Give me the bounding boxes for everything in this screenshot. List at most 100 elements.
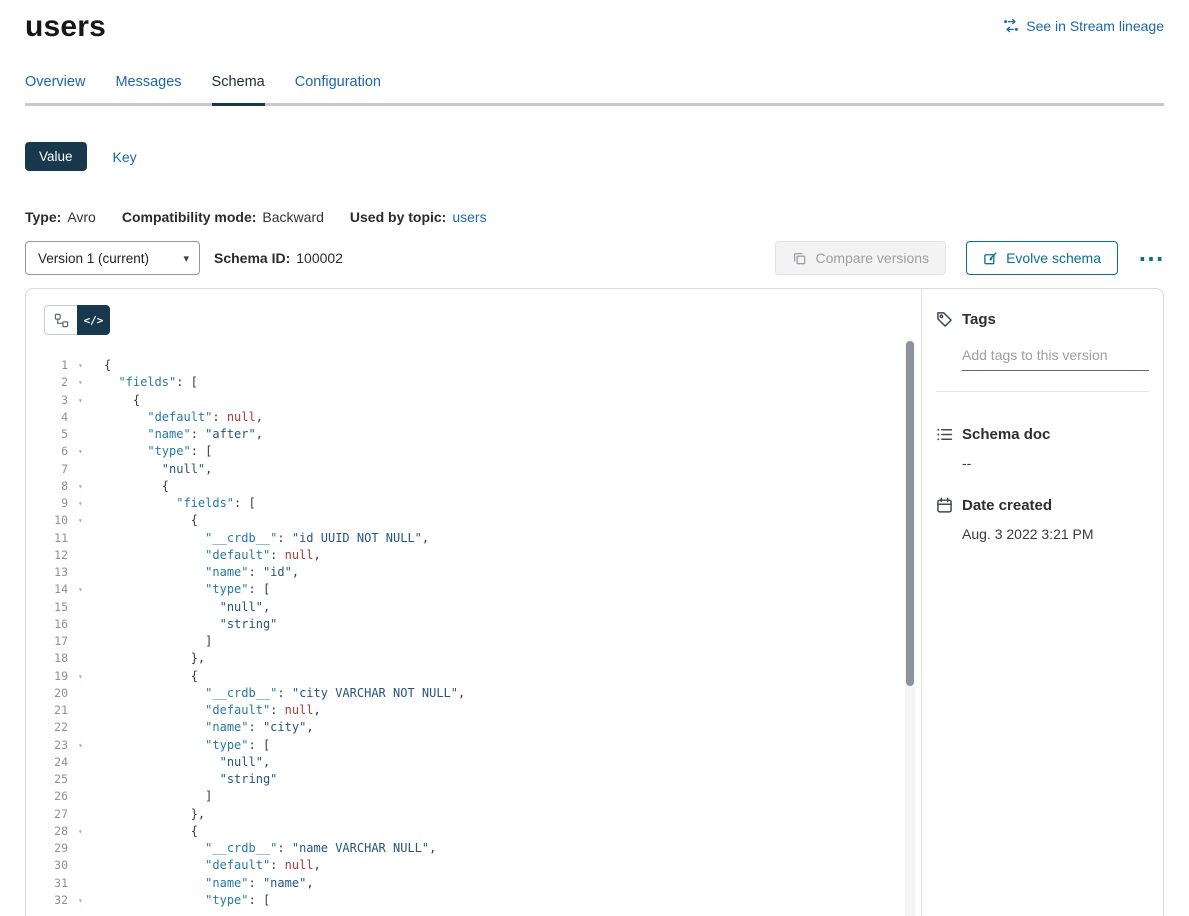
code-text: "__crdb__": "id UUID NOT NULL", xyxy=(104,530,429,547)
code-line: 32▾"type": [ xyxy=(36,892,921,909)
type-label: Type: xyxy=(25,209,61,225)
compatibility-label: Compatibility mode: xyxy=(122,209,257,225)
code-line: 31"name": "name", xyxy=(36,875,921,892)
code-line: 15"null", xyxy=(36,599,921,616)
fold-arrow-icon[interactable]: ▾ xyxy=(68,581,104,598)
line-number: 5 xyxy=(36,426,68,443)
fold-arrow-icon[interactable]: ▾ xyxy=(68,737,104,754)
key-tab-button[interactable]: Key xyxy=(113,149,137,165)
code-text: "fields": [ xyxy=(104,495,256,512)
fold-arrow-icon[interactable]: ▾ xyxy=(68,668,104,685)
value-tab-button[interactable]: Value xyxy=(25,142,87,171)
tree-view-icon xyxy=(54,313,69,328)
line-number: 26 xyxy=(36,788,68,805)
code-text: { xyxy=(104,512,198,529)
code-line: 7"null", xyxy=(36,461,921,478)
fold-arrow-icon[interactable]: ▾ xyxy=(68,357,104,374)
line-number: 19 xyxy=(36,668,68,685)
code-line: 14▾"type": [ xyxy=(36,581,921,598)
stream-lineage-link[interactable]: See in Stream lineage xyxy=(1003,18,1164,34)
version-select-value: Version 1 (current) xyxy=(38,251,149,266)
fold-arrow-icon[interactable]: ▾ xyxy=(68,512,104,529)
line-number: 17 xyxy=(36,633,68,650)
sidebar-divider xyxy=(936,391,1149,392)
evolve-schema-button[interactable]: Evolve schema xyxy=(966,241,1118,275)
schema-doc-header: Schema doc xyxy=(936,426,1149,443)
code-text: "string" xyxy=(104,616,277,633)
code-text: "type": [ xyxy=(104,443,212,460)
version-actions: Compare versions Evolve schema ⋯ xyxy=(775,241,1164,275)
compare-versions-button[interactable]: Compare versions xyxy=(775,241,946,275)
date-created-value: Aug. 3 2022 3:21 PM xyxy=(962,526,1149,542)
schema-id-value: 100002 xyxy=(296,250,343,266)
code-text: "null", xyxy=(104,599,270,616)
line-number: 32 xyxy=(36,892,68,909)
code-view-toggle[interactable]: </> xyxy=(77,305,110,335)
version-select[interactable]: Version 1 (current) ▾ xyxy=(25,241,200,275)
schema-sidebar: Tags Schema doc -- Date created xyxy=(921,289,1163,916)
tab-overview[interactable]: Overview xyxy=(25,74,85,106)
line-number: 12 xyxy=(36,547,68,564)
code-text: "name": "name", xyxy=(104,875,314,892)
line-number: 11 xyxy=(36,530,68,547)
code-text: }, xyxy=(104,806,205,823)
code-text: { xyxy=(104,357,111,374)
line-number: 25 xyxy=(36,771,68,788)
fold-arrow-icon[interactable]: ▾ xyxy=(68,478,104,495)
schema-doc-value: -- xyxy=(962,455,1149,471)
topic-link[interactable]: users xyxy=(452,209,486,225)
tab-messages[interactable]: Messages xyxy=(115,74,181,106)
fold-arrow-icon[interactable]: ▾ xyxy=(68,495,104,512)
code-line: 17] xyxy=(36,633,921,650)
code-text: "name": "id", xyxy=(104,564,299,581)
vertical-scrollbar[interactable] xyxy=(905,339,915,916)
tags-input[interactable] xyxy=(962,344,1149,371)
line-number: 24 xyxy=(36,754,68,771)
code-text: "__crdb__": "city VARCHAR NOT NULL", xyxy=(104,685,465,702)
line-number: 4 xyxy=(36,409,68,426)
line-number: 30 xyxy=(36,857,68,874)
code-text: { xyxy=(104,823,198,840)
line-number: 27 xyxy=(36,806,68,823)
tags-section-header: Tags xyxy=(936,311,1149,328)
fold-arrow-icon[interactable]: ▾ xyxy=(68,392,104,409)
schema-id: Schema ID: 100002 xyxy=(214,250,343,266)
tab-configuration[interactable]: Configuration xyxy=(295,74,381,106)
scrollbar-thumb[interactable] xyxy=(906,341,914,686)
fold-arrow-icon[interactable]: ▾ xyxy=(68,374,104,391)
more-options-button[interactable]: ⋯ xyxy=(1138,249,1164,267)
stream-lineage-label: See in Stream lineage xyxy=(1026,18,1164,34)
code-line: 26] xyxy=(36,788,921,805)
tab-bar: Overview Messages Schema Configuration xyxy=(25,74,1164,106)
fold-arrow-icon[interactable]: ▾ xyxy=(68,892,104,909)
code-text: ] xyxy=(104,788,212,805)
code-text: }, xyxy=(104,650,205,667)
code-line: 5"name": "after", xyxy=(36,426,921,443)
line-number: 3 xyxy=(36,392,68,409)
fold-arrow-icon[interactable]: ▾ xyxy=(68,443,104,460)
code-view-icon: </> xyxy=(84,314,104,327)
tree-view-toggle[interactable] xyxy=(44,305,77,335)
code-text: "type": [ xyxy=(104,581,270,598)
code-text: { xyxy=(104,478,169,495)
compatibility-value: Backward xyxy=(262,209,323,225)
code-text: { xyxy=(104,392,140,409)
code-text: "fields": [ xyxy=(104,374,198,391)
code-line: 2▾"fields": [ xyxy=(36,374,921,391)
code-text: { xyxy=(104,668,198,685)
page-title: users xyxy=(25,10,106,44)
schema-type-switch: Value Key xyxy=(25,142,1164,171)
line-number: 8 xyxy=(36,478,68,495)
fold-arrow-icon[interactable]: ▾ xyxy=(68,823,104,840)
code-line: 30"default": null, xyxy=(36,857,921,874)
code-line: 1▾{ xyxy=(36,357,921,374)
line-number: 1 xyxy=(36,357,68,374)
code-line: 20"__crdb__": "city VARCHAR NOT NULL", xyxy=(36,685,921,702)
line-number: 28 xyxy=(36,823,68,840)
code-text: "null", xyxy=(104,754,270,771)
tab-schema[interactable]: Schema xyxy=(212,74,265,106)
code-line: 3▾{ xyxy=(36,392,921,409)
schema-page: users See in Stream lineage Overview Mess… xyxy=(0,0,1189,916)
evolve-schema-label: Evolve schema xyxy=(1006,250,1101,266)
schema-panel: </> 1▾{2▾"fields": [3▾{4"default": null,… xyxy=(25,288,1164,916)
